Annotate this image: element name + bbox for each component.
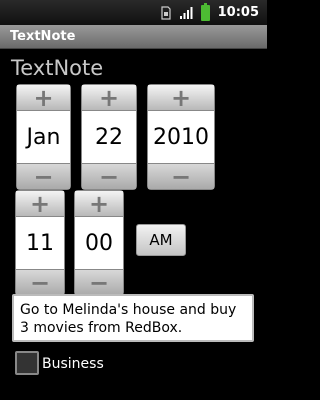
minus-icon: − [88,268,110,297]
minute-decrement-button[interactable]: − [74,269,124,296]
app-title-bar: TextNote [0,25,267,49]
month-value[interactable]: Jan [16,111,71,163]
plus-icon: + [170,84,192,112]
signal-icon [179,6,193,20]
plus-icon: + [29,190,51,218]
plus-icon: + [98,84,120,112]
business-checkbox-label: Business [42,356,104,372]
year-increment-button[interactable]: + [147,84,215,112]
month-increment-button[interactable]: + [16,84,71,112]
plus-icon: + [88,190,110,218]
day-increment-button[interactable]: + [81,84,137,112]
status-time: 10:05 [217,5,259,20]
year-value[interactable]: 2010 [147,111,215,163]
minus-icon: − [98,162,120,191]
hour-increment-button[interactable]: + [15,190,65,218]
day-picker: + 22 − [81,84,137,190]
day-decrement-button[interactable]: − [81,163,137,190]
hour-picker: + 11 − [15,190,65,296]
business-checkbox[interactable] [15,351,39,375]
minute-value[interactable]: 00 [74,217,124,269]
minus-icon: − [29,268,51,297]
minus-icon: − [170,162,192,191]
year-decrement-button[interactable]: − [147,163,215,190]
battery-icon [200,2,210,21]
minus-icon: − [33,162,54,191]
year-picker: + 2010 − [147,84,215,190]
app-title: TextNote [10,29,76,44]
page-heading: TextNote [11,56,104,80]
note-text-field[interactable]: Go to Melinda's house and buy 3 movies f… [12,294,254,342]
hour-value[interactable]: 11 [15,217,65,269]
plus-icon: + [33,84,54,112]
minute-picker: + 00 − [74,190,124,296]
sim-icon [161,5,171,20]
month-picker: + Jan − [16,84,71,190]
am-pm-toggle-button[interactable]: AM [136,224,186,256]
minute-increment-button[interactable]: + [74,190,124,218]
hour-decrement-button[interactable]: − [15,269,65,296]
day-value[interactable]: 22 [81,111,137,163]
month-decrement-button[interactable]: − [16,163,71,190]
status-bar: 10:05 [0,0,267,25]
